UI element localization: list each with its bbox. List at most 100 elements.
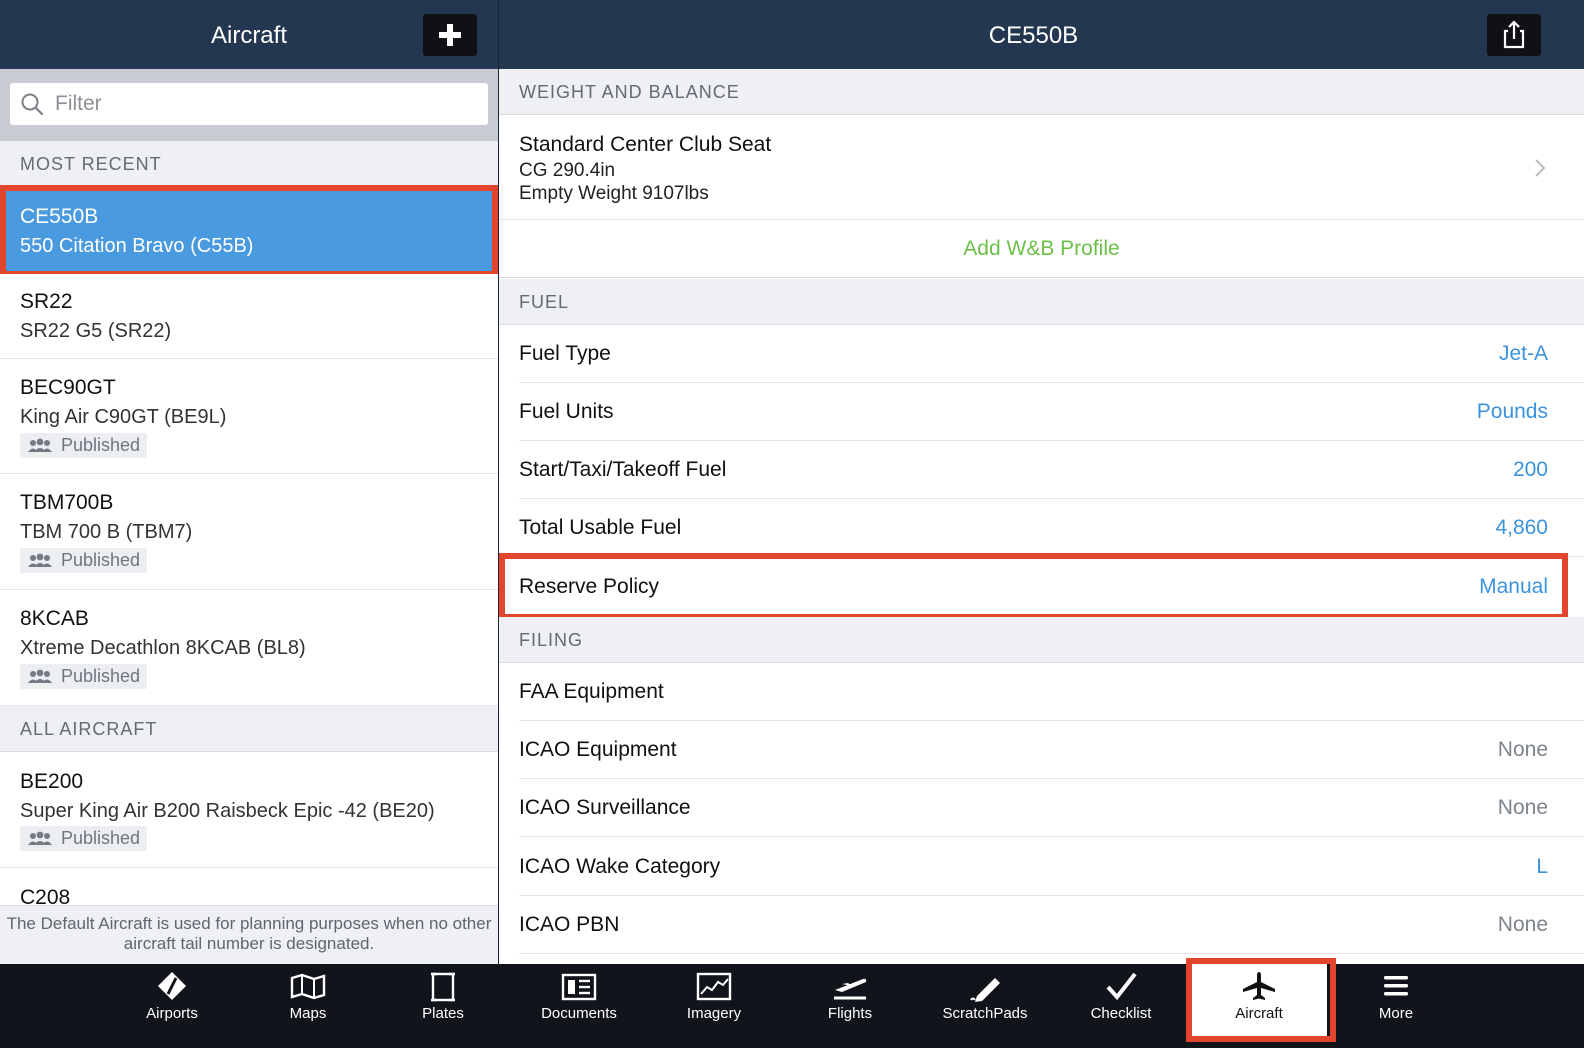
maps-icon xyxy=(290,973,326,1000)
aircraft-model: SR22 G5 (SR22) xyxy=(20,320,172,342)
row-value: L xyxy=(1536,855,1548,878)
row-label: ICAO Equipment xyxy=(519,738,677,761)
filing-header: FILING xyxy=(499,617,1584,663)
filter-input[interactable]: Filter xyxy=(10,83,488,125)
scratchpads-icon xyxy=(970,978,1000,1002)
tab-aircraft[interactable]: Aircraft xyxy=(1191,964,1327,1037)
share-button[interactable] xyxy=(1487,14,1541,56)
aircraft-tail: SR22 xyxy=(20,290,73,313)
published-badge: Published xyxy=(20,433,147,458)
group-icon xyxy=(28,553,52,567)
aircraft-row-be200[interactable]: BE200 Super King Air B200 Raisbeck Epic … xyxy=(0,752,498,868)
row-label: Total Usable Fuel xyxy=(519,516,682,539)
row-value: 200 xyxy=(1512,458,1548,481)
row-label: Fuel Type xyxy=(519,342,611,365)
tab-more[interactable]: More xyxy=(1328,964,1464,1037)
row-label: ICAO Wake Category xyxy=(519,855,721,878)
aircraft-model: Xtreme Decathlon 8KCAB (BL8) xyxy=(20,637,306,659)
tab-plates[interactable]: Plates xyxy=(375,964,511,1037)
all-aircraft-header: ALL AIRCRAFT xyxy=(0,706,498,752)
icao-surveillance-row[interactable]: ICAO Surveillance None xyxy=(499,779,1584,837)
default-aircraft-note: The Default Aircraft is used for plannin… xyxy=(0,905,498,964)
row-label: Fuel Units xyxy=(519,400,614,423)
aircraft-row-tbm700b[interactable]: TBM700B TBM 700 B (TBM7) Published xyxy=(0,474,498,590)
flights-icon xyxy=(834,978,867,1000)
tab-checklist[interactable]: Checklist xyxy=(1053,964,1189,1037)
row-value: None xyxy=(1497,796,1548,819)
row-value: Pounds xyxy=(1476,400,1548,423)
documents-icon xyxy=(561,973,597,1001)
row-value: Manual xyxy=(1479,575,1548,598)
icao-equipment-row[interactable]: ICAO Equipment None xyxy=(499,721,1584,779)
row-value: None xyxy=(1497,913,1548,936)
airports-icon xyxy=(158,972,186,1000)
total-usable-fuel-row[interactable]: Total Usable Fuel 4,860 xyxy=(499,499,1584,557)
aircraft-model: Super King Air B200 Raisbeck Epic -42 (B… xyxy=(20,800,435,822)
fuel-header: FUEL xyxy=(499,279,1584,325)
aircraft-tail: BEC90GT xyxy=(20,376,116,399)
published-badge: Published xyxy=(20,664,147,689)
plus-icon xyxy=(439,24,461,46)
aircraft-row-bec90gt[interactable]: BEC90GT King Air C90GT (BE9L) Published xyxy=(0,359,498,474)
row-label: Start/Taxi/Takeoff Fuel xyxy=(519,458,727,481)
tab-airports[interactable]: Airports xyxy=(104,964,240,1037)
most-recent-header: MOST RECENT xyxy=(0,141,498,187)
tab-bar: Airports Maps Plates Documents Imagery F… xyxy=(0,958,1584,1048)
aircraft-model: King Air C90GT (BE9L) xyxy=(20,406,227,428)
fuel-units-row[interactable]: Fuel Units Pounds xyxy=(499,383,1584,441)
wb-profile-name: Standard Center Club Seat xyxy=(519,133,772,156)
imagery-icon xyxy=(696,972,732,1001)
tab-label: Checklist xyxy=(1090,1005,1152,1022)
plates-icon xyxy=(431,972,455,1002)
aircraft-tail: CE550B xyxy=(20,205,99,228)
wb-profile-row[interactable]: Standard Center Club Seat CG 290.4in Emp… xyxy=(499,115,1584,220)
faa-equipment-row[interactable]: FAA Equipment xyxy=(499,663,1584,721)
row-separator xyxy=(519,953,1584,954)
row-label: ICAO Surveillance xyxy=(519,796,691,819)
aircraft-tail: 8KCAB xyxy=(20,607,89,630)
tab-documents[interactable]: Documents xyxy=(511,964,647,1037)
group-icon xyxy=(28,438,52,452)
airplane-icon xyxy=(1243,972,1275,1000)
wb-profile-cg: CG 290.4in xyxy=(519,160,616,181)
right-navbar: CE550B xyxy=(499,0,1584,69)
tab-flights[interactable]: Flights xyxy=(782,964,918,1037)
icao-pbn-row[interactable]: ICAO PBN None xyxy=(499,896,1584,954)
start-taxi-takeoff-fuel-row[interactable]: Start/Taxi/Takeoff Fuel 200 xyxy=(499,441,1584,499)
tab-label: Flights xyxy=(827,1005,873,1022)
row-value: Jet-A xyxy=(1498,342,1548,365)
tab-label: Imagery xyxy=(686,1005,742,1022)
add-wb-profile-button[interactable]: Add W&B Profile xyxy=(499,220,1584,278)
group-icon xyxy=(28,831,52,845)
chevron-right-icon xyxy=(1535,159,1546,177)
row-label: ICAO PBN xyxy=(519,913,620,936)
more-icon xyxy=(1384,976,1408,996)
aircraft-row-ce550b[interactable]: CE550B 550 Citation Bravo (C55B) xyxy=(0,187,498,274)
add-aircraft-button[interactable] xyxy=(423,14,477,56)
row-separator xyxy=(519,556,1584,557)
tab-label: Airports xyxy=(146,1005,198,1022)
badge-label: Published xyxy=(61,550,141,570)
aircraft-row-8kcab[interactable]: 8KCAB Xtreme Decathlon 8KCAB (BL8) Publi… xyxy=(0,590,498,706)
row-value: 4,860 xyxy=(1495,516,1548,539)
aircraft-model: TBM 700 B (TBM7) xyxy=(20,521,193,543)
tab-label: Aircraft xyxy=(1235,1005,1283,1022)
row-separator xyxy=(519,836,1584,837)
tab-maps[interactable]: Maps xyxy=(240,964,376,1037)
filter-placeholder: Filter xyxy=(55,92,102,115)
aircraft-row-sr22[interactable]: SR22 SR22 G5 (SR22) xyxy=(0,274,498,359)
tab-scratchpads[interactable]: ScratchPads xyxy=(917,964,1053,1037)
group-icon xyxy=(28,669,52,683)
badge-label: Published xyxy=(61,435,141,455)
badge-label: Published xyxy=(61,666,141,686)
tab-imagery[interactable]: Imagery xyxy=(646,964,782,1037)
published-badge: Published xyxy=(20,826,147,851)
published-badge: Published xyxy=(20,548,147,573)
badge-label: Published xyxy=(61,828,141,848)
weight-balance-header: WEIGHT AND BALANCE xyxy=(499,69,1584,115)
reserve-policy-row[interactable]: Reserve Policy Manual xyxy=(499,558,1584,616)
fuel-type-row[interactable]: Fuel Type Jet-A xyxy=(499,325,1584,383)
wb-profile-empty-weight: Empty Weight 9107lbs xyxy=(519,183,709,204)
aircraft-detail-pane: CE550B WEIGHT AND BALANCE Standard Cente… xyxy=(499,0,1584,964)
icao-wake-category-row[interactable]: ICAO Wake Category L xyxy=(499,838,1584,896)
